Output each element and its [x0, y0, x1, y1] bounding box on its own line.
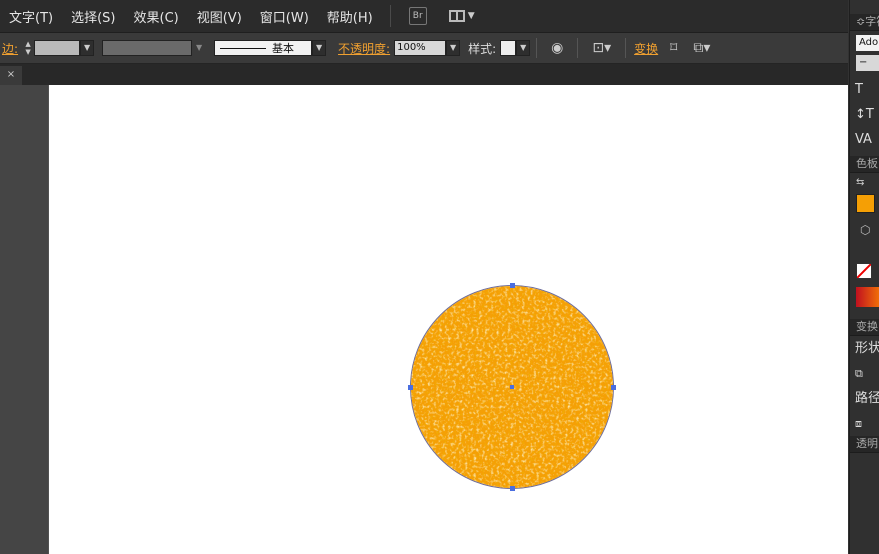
workspace-switcher-button[interactable]: ▼ — [448, 10, 475, 22]
anchor-point-top[interactable] — [510, 283, 515, 288]
menu-divider — [389, 5, 391, 27]
control-bar: 边: ▲ ▼ ▼ ▼ 基本 ▼ 不透明度: 100% ▼ 样式: ▼ ◉ ⊡▾ 变… — [0, 33, 848, 64]
center-point — [510, 385, 514, 389]
kerning-icon[interactable]: VA — [850, 127, 879, 152]
document-tab-bar: × — [0, 64, 848, 85]
arrange-icon[interactable]: ⧉▾ — [693, 40, 710, 56]
menu-bar: 文字(T) 选择(S) 效果(C) 视图(V) 窗口(W) 帮助(H) Br ▼ — [0, 0, 848, 33]
bridge-button[interactable]: Br — [408, 7, 427, 25]
graphic-style-swatch[interactable] — [500, 40, 517, 56]
control-divider — [577, 38, 579, 58]
pathfinder-shape-icon[interactable]: ⧉ — [850, 361, 879, 386]
opacity-label[interactable]: 不透明度: — [338, 40, 390, 57]
menu-select[interactable]: 选择(S) — [62, 7, 124, 26]
stroke-weight-label[interactable]: 边: — [2, 40, 18, 57]
pasteboard-left — [0, 85, 48, 554]
stroke-profile-field[interactable]: 基本 — [214, 40, 313, 56]
isolate-icon[interactable]: ⌑ — [670, 40, 677, 56]
close-tab-button[interactable]: × — [0, 66, 22, 85]
layout-icon — [448, 10, 465, 22]
fill-dropdown-icon[interactable]: ▼ — [80, 40, 95, 56]
font-size-field[interactable]: − — [856, 55, 879, 71]
control-divider — [536, 38, 538, 58]
anchor-point-right[interactable] — [611, 385, 616, 390]
cube-icon[interactable]: ⬡ — [860, 223, 879, 237]
fill-color-field[interactable] — [34, 40, 81, 56]
swap-fill-stroke-icon[interactable]: ⇆ — [850, 173, 879, 188]
stroke-weight-stepper[interactable]: ▲ ▼ — [22, 39, 34, 57]
stroke-profile-dropdown-icon[interactable]: ▼ — [312, 40, 327, 56]
menu-text[interactable]: 文字(T) — [0, 7, 62, 26]
opacity-input[interactable]: 100% — [394, 40, 447, 56]
font-family-field[interactable]: Adobe — [856, 35, 879, 51]
opacity-dropdown-icon[interactable]: ▼ — [446, 40, 461, 56]
pathfinder-path-icon[interactable]: ⧈ — [850, 411, 879, 436]
transparency-panel-header[interactable]: 透明 — [850, 436, 879, 453]
transform-label[interactable]: 变换 — [634, 40, 658, 57]
panel-dock: ≎字符 Adobe − T ↕T VA 色板 ⇆ ⬡ 变换 形状 ⧉ 路径 ⧈ … — [849, 0, 879, 554]
menu-help[interactable]: 帮助(H) — [318, 7, 382, 26]
style-dropdown-icon[interactable]: ▼ — [516, 40, 531, 56]
recolor-artwork-icon[interactable]: ◉ — [551, 40, 563, 56]
character-panel-header[interactable]: ≎字符 — [850, 14, 879, 31]
control-divider — [625, 38, 627, 58]
artboard[interactable] — [49, 85, 848, 554]
shape-label: 形状 — [855, 341, 879, 356]
anchor-point-bottom[interactable] — [510, 486, 515, 491]
color-panel-header[interactable]: 色板 — [850, 156, 879, 173]
none-swatch[interactable] — [856, 263, 872, 279]
leading-icon[interactable]: ↕T — [850, 102, 879, 127]
text-scale-icon[interactable]: T — [850, 77, 879, 102]
fill-color-swatch[interactable] — [856, 194, 875, 213]
stroke-color-field[interactable] — [102, 40, 193, 56]
menu-effect[interactable]: 效果(C) — [125, 7, 188, 26]
color-spectrum-bar[interactable] — [856, 287, 879, 307]
path-label: 路径 — [855, 391, 879, 406]
menu-view[interactable]: 视图(V) — [188, 7, 251, 26]
menu-window[interactable]: 窗口(W) — [251, 7, 318, 26]
stroke-profile-label: 基本 — [272, 42, 295, 55]
chevron-down-icon: ▼ — [467, 11, 475, 21]
style-label: 样式: — [468, 41, 497, 56]
align-to-icon[interactable]: ⊡▾ — [592, 40, 611, 56]
stroke-dropdown-icon[interactable]: ▼ — [192, 40, 207, 56]
stroke-line-preview — [220, 47, 267, 49]
transform-panel-header[interactable]: 变换 — [850, 319, 879, 336]
anchor-point-left[interactable] — [408, 385, 413, 390]
